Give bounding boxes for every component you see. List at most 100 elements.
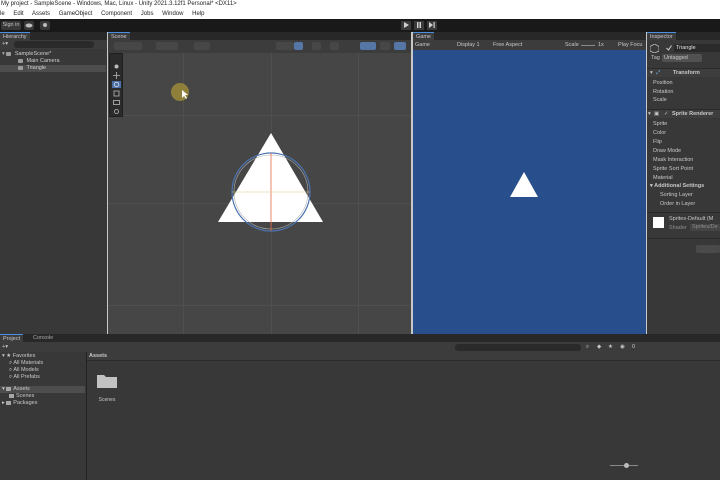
step-button[interactable]: [427, 21, 437, 30]
favorites-item-label: All Prefabs: [13, 374, 40, 380]
lighting-toggle[interactable]: [312, 42, 321, 50]
visibility-toggle[interactable]: [360, 42, 376, 50]
draw-mode-dropdown[interactable]: [114, 42, 142, 50]
game-viewport[interactable]: [413, 50, 646, 334]
object-name-field[interactable]: Triangle: [674, 44, 720, 52]
cloud-icon[interactable]: [24, 21, 34, 30]
packages-folder[interactable]: ▸ Packages: [2, 400, 37, 407]
search-filter-icon[interactable]: ⌕: [586, 344, 589, 351]
assets-folder[interactable]: ▾ Assets: [0, 386, 85, 393]
shader-dropdown[interactable]: Sprites/De: [690, 224, 720, 231]
tab-inspector[interactable]: Inspector: [647, 32, 676, 40]
folder-icon: [6, 400, 12, 405]
menu-jobs[interactable]: Jobs: [141, 11, 154, 17]
menu-assets[interactable]: Assets: [32, 11, 50, 17]
hand-tool-icon[interactable]: [112, 63, 121, 70]
add-component-button[interactable]: [696, 245, 720, 253]
scale-label: Scale: [565, 42, 579, 48]
scenes-folder-label: Scenes: [16, 393, 35, 399]
tab-game[interactable]: Game: [413, 32, 434, 40]
menu-window[interactable]: Window: [162, 11, 183, 17]
hierarchy-toolbar: +▾: [0, 40, 107, 49]
hierarchy-scene-row[interactable]: ▾ SampleScene*: [0, 51, 106, 58]
add-icon[interactable]: +▾: [2, 344, 8, 350]
favorites-item-label: All Materials: [13, 360, 44, 366]
splitter[interactable]: [86, 352, 87, 480]
material-preview: [653, 217, 664, 228]
tab-console[interactable]: Console: [30, 334, 57, 342]
scenes-folder-tile[interactable]: Scenes: [96, 372, 118, 403]
triangle-sprite-game: [510, 172, 538, 197]
game-canvas: [510, 172, 538, 197]
audio-toggle[interactable]: [330, 42, 339, 50]
play-button[interactable]: [401, 21, 411, 30]
tab-scene[interactable]: Scene: [108, 32, 130, 40]
enabled-checkbox[interactable]: ✓: [664, 111, 669, 117]
flip-label: Flip: [653, 139, 662, 145]
material-name: Sprites-Default (M: [669, 216, 714, 222]
label-filter-icon[interactable]: ◆: [597, 344, 601, 350]
main-toolbar: Sign in: [0, 19, 720, 32]
tool-palette: [109, 53, 123, 117]
packages-folder-label: Packages: [13, 400, 38, 406]
slider-handle[interactable]: [624, 463, 629, 468]
active-checkbox[interactable]: [666, 45, 672, 51]
aspect-dropdown[interactable]: Free Aspect: [493, 42, 522, 48]
scale-slider[interactable]: [581, 45, 595, 46]
tag-dropdown[interactable]: Untagged: [662, 54, 702, 62]
scene-viewport[interactable]: [108, 53, 411, 334]
transform-tool-icon[interactable]: [112, 108, 121, 115]
hierarchy-search-input[interactable]: [14, 41, 94, 48]
rotate-tool-icon[interactable]: [112, 81, 121, 88]
sign-in-button[interactable]: Sign in: [1, 21, 21, 30]
rotation-label: Rotation: [653, 89, 674, 95]
menu-file[interactable]: le: [0, 11, 5, 17]
collab-icon[interactable]: [40, 21, 50, 30]
shader-label: Shader: [669, 225, 687, 231]
camera-settings-button[interactable]: [380, 42, 390, 50]
hierarchy-item-main-camera[interactable]: Main Camera: [0, 58, 106, 65]
window-title: My project - SampleScene - Windows, Mac,…: [1, 1, 237, 7]
favorites-item-models[interactable]: ⌕ All Models: [9, 367, 39, 374]
tab-hierarchy[interactable]: Hierarchy: [0, 32, 30, 40]
sprite-renderer-header[interactable]: ▾ ▣ ✓ Sprite Renderer: [647, 109, 720, 118]
star-icon[interactable]: ★: [608, 344, 613, 350]
gameobject-icon: [18, 65, 23, 70]
gizmos-dropdown[interactable]: [394, 42, 406, 50]
move-tool-icon[interactable]: [112, 72, 121, 79]
favorites-item-materials[interactable]: ⌕ All Materials: [9, 360, 43, 367]
transform-header[interactable]: ▾ ⤢ Transform: [647, 68, 720, 77]
scale-tool-icon[interactable]: [112, 90, 121, 97]
folder-tile-label: Scenes: [98, 397, 116, 403]
play-icon: [404, 22, 409, 28]
game-mode-dropdown[interactable]: Game: [415, 42, 430, 48]
menu-gameobject[interactable]: GameObject: [59, 11, 93, 17]
add-icon[interactable]: +▾: [2, 41, 8, 47]
scenes-folder[interactable]: Scenes: [9, 393, 34, 400]
expand-arrow-icon: ▾: [2, 51, 5, 57]
sprite-sort-point-label: Sprite Sort Point: [653, 166, 694, 172]
rect-tool-icon[interactable]: [112, 99, 121, 106]
tab-project[interactable]: Project: [0, 334, 24, 342]
menu-edit[interactable]: Edit: [13, 11, 23, 17]
additional-settings-foldout[interactable]: ▾ Additional Settings: [650, 183, 704, 189]
divider: [647, 212, 720, 213]
pivot-toggle[interactable]: [156, 42, 178, 50]
menu-help[interactable]: Help: [192, 11, 204, 17]
project-search-input[interactable]: [455, 344, 581, 351]
project-tabstrip: Project Console: [0, 334, 720, 342]
menu-component[interactable]: Component: [101, 11, 132, 17]
play-focus-dropdown[interactable]: Play Focu: [618, 42, 642, 48]
breadcrumb-assets[interactable]: Assets: [89, 353, 107, 359]
favorites-header[interactable]: ▾ ★ Favorites: [2, 353, 35, 360]
shading-dropdown[interactable]: [276, 42, 294, 50]
2d-toggle[interactable]: [294, 42, 303, 50]
order-in-layer-label: Order in Layer: [660, 201, 696, 207]
pause-button[interactable]: [414, 21, 424, 30]
display-dropdown[interactable]: Display 1: [457, 42, 480, 48]
hierarchy-panel: Hierarchy +▾ ▾ SampleScene* Main Camera …: [0, 32, 107, 334]
grid-snap-dropdown[interactable]: [194, 42, 210, 50]
hierarchy-item-triangle[interactable]: Triangle: [0, 65, 106, 72]
visibility-icon[interactable]: ◉: [620, 344, 625, 350]
favorites-item-prefabs[interactable]: ⌕ All Prefabs: [9, 374, 40, 381]
